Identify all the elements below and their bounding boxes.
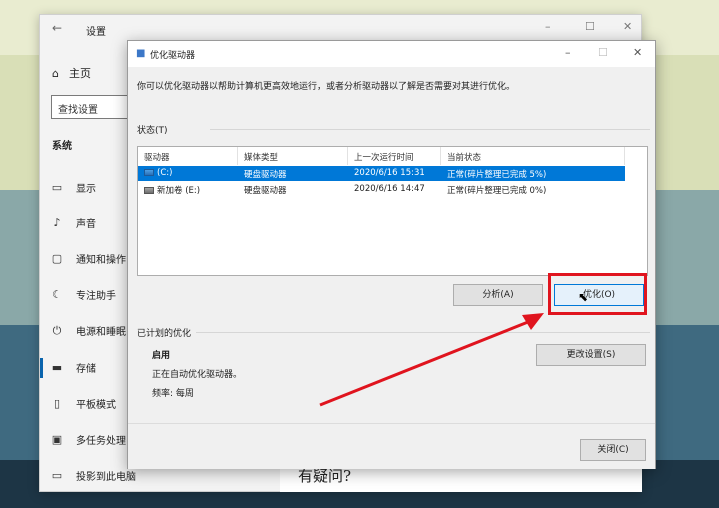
sidebar-item-label: 存储 (76, 364, 96, 375)
sidebar-item-sound[interactable]: ♪ 声音 (50, 215, 96, 230)
hard-drive-icon (144, 187, 154, 194)
active-indicator (40, 358, 43, 378)
group-divider (210, 129, 650, 130)
sidebar-item-storage[interactable]: ▬ 存储 (50, 360, 96, 375)
sidebar-item-label: 通知和操作 (76, 255, 126, 266)
sidebar-item-tablet[interactable]: ▯ 平板模式 (50, 396, 116, 411)
monitor-icon: ▭ (51, 181, 63, 194)
media-type-cell: 硬盘驱动器 (244, 186, 287, 196)
close-icon[interactable]: ✕ (623, 20, 632, 33)
schedule-description: 正在自动优化驱动器。 (152, 370, 243, 380)
mouse-cursor-icon: ⬉ (578, 290, 589, 304)
power-icon: ⏻ (52, 323, 62, 337)
media-type-cell: 硬盘驱动器 (244, 170, 287, 180)
sidebar-item-power[interactable]: ⏻ 电源和睡眠 (50, 323, 126, 339)
tablet-icon: ▯ (53, 397, 61, 410)
schedule-state: 启用 (152, 351, 171, 361)
column-header[interactable]: 媒体类型 (238, 147, 348, 165)
sidebar-item-multitasking[interactable]: ▣ 多任务处理 (50, 432, 126, 447)
status-group-label: 状态(T) (137, 126, 168, 136)
sidebar-item-display[interactable]: ▭ 显示 (50, 180, 96, 195)
settings-titlebar: ← 设置 – ☐ ✕ (40, 15, 641, 43)
minimize-icon[interactable]: – (565, 46, 571, 59)
optimize-drives-dialog: ■ 优化驱动器 – ☐ ✕ 你可以优化驱动器以帮助计算机更高效地运行，或者分析驱… (127, 40, 656, 469)
nav-home-label: 主页 (68, 67, 91, 80)
dialog-title: 优化驱动器 (150, 51, 196, 61)
section-title: 系统 (52, 141, 72, 152)
sidebar-item-label: 声音 (76, 219, 96, 230)
sidebar-item-label: 平板模式 (76, 400, 116, 411)
close-icon[interactable]: ✕ (633, 46, 642, 59)
last-run-cell: 2020/6/16 15:31 (354, 168, 425, 178)
scheduled-group-label: 已计划的优化 (137, 329, 192, 339)
project-icon: ▭ (51, 469, 63, 482)
sidebar-item-label: 显示 (76, 184, 96, 195)
multitask-icon: ▣ (51, 433, 63, 446)
maximize-icon[interactable]: ☐ (585, 20, 595, 33)
close-button[interactable]: 关闭(C) (580, 439, 646, 461)
storage-icon: ▬ (51, 361, 63, 374)
analyze-button[interactable]: 分析(A) (453, 284, 543, 306)
minimize-icon[interactable]: – (545, 20, 551, 33)
group-divider (196, 332, 650, 333)
last-run-cell: 2020/6/16 14:47 (354, 184, 425, 194)
drive-name: 新加卷 (E:) (157, 186, 201, 196)
drive-list[interactable]: 驱动器 媒体类型 上一次运行时间 当前状态 (C:) 硬盘驱动器 2020/6/… (137, 146, 648, 276)
schedule-frequency: 频率: 每周 (152, 389, 194, 399)
sidebar-item-project[interactable]: ▭ 投影到此电脑 (50, 468, 136, 483)
defrag-app-icon: ■ (136, 48, 146, 59)
table-row[interactable]: (C:) 硬盘驱动器 2020/6/16 15:31 正常(碎片整理已完成 5%… (138, 166, 625, 181)
sidebar-item-notifications[interactable]: ▢ 通知和操作 (50, 251, 126, 266)
change-settings-button[interactable]: 更改设置(S) (536, 344, 646, 366)
highlight-box (548, 273, 647, 315)
drive-name-cell: 新加卷 (E:) (138, 182, 238, 197)
column-header[interactable]: 上一次运行时间 (348, 147, 441, 165)
sidebar-item-focus-assist[interactable]: ☾ 专注助手 (50, 287, 116, 302)
status-cell: 正常(碎片整理已完成 0%) (447, 186, 547, 196)
sidebar-item-label: 多任务处理 (76, 436, 126, 447)
speaker-icon: ♪ (53, 216, 61, 229)
table-row[interactable]: 新加卷 (E:) 硬盘驱动器 2020/6/16 14:47 正常(碎片整理已完… (138, 182, 625, 197)
column-header[interactable]: 驱动器 (138, 147, 238, 165)
settings-title: 设置 (86, 27, 106, 38)
sidebar-item-label: 专注助手 (76, 291, 116, 302)
notification-icon: ▢ (51, 252, 63, 265)
nav-home[interactable]: ⌂ 主页 (52, 65, 91, 81)
column-header[interactable]: 当前状态 (441, 147, 625, 165)
back-arrow-icon[interactable]: ← (52, 21, 62, 35)
system-drive-icon (144, 169, 154, 176)
home-icon: ⌂ (52, 66, 59, 80)
dialog-description: 你可以优化驱动器以帮助计算机更高效地运行，或者分析驱动器以了解是否需要对其进行优… (137, 82, 516, 92)
drive-name-cell: (C:) (138, 166, 238, 181)
dialog-titlebar: ■ 优化驱动器 – ☐ ✕ (128, 41, 655, 67)
drive-list-header: 驱动器 媒体类型 上一次运行时间 当前状态 (138, 147, 647, 165)
dialog-footer: 关闭(C) (128, 423, 655, 469)
moon-icon: ☾ (52, 288, 62, 301)
status-cell: 正常(碎片整理已完成 5%) (447, 170, 547, 180)
maximize-icon: ☐ (598, 46, 608, 59)
sidebar-item-label: 电源和睡眠 (76, 327, 126, 338)
sidebar-item-label: 投影到此电脑 (76, 472, 136, 483)
drive-name: (C:) (157, 168, 173, 178)
